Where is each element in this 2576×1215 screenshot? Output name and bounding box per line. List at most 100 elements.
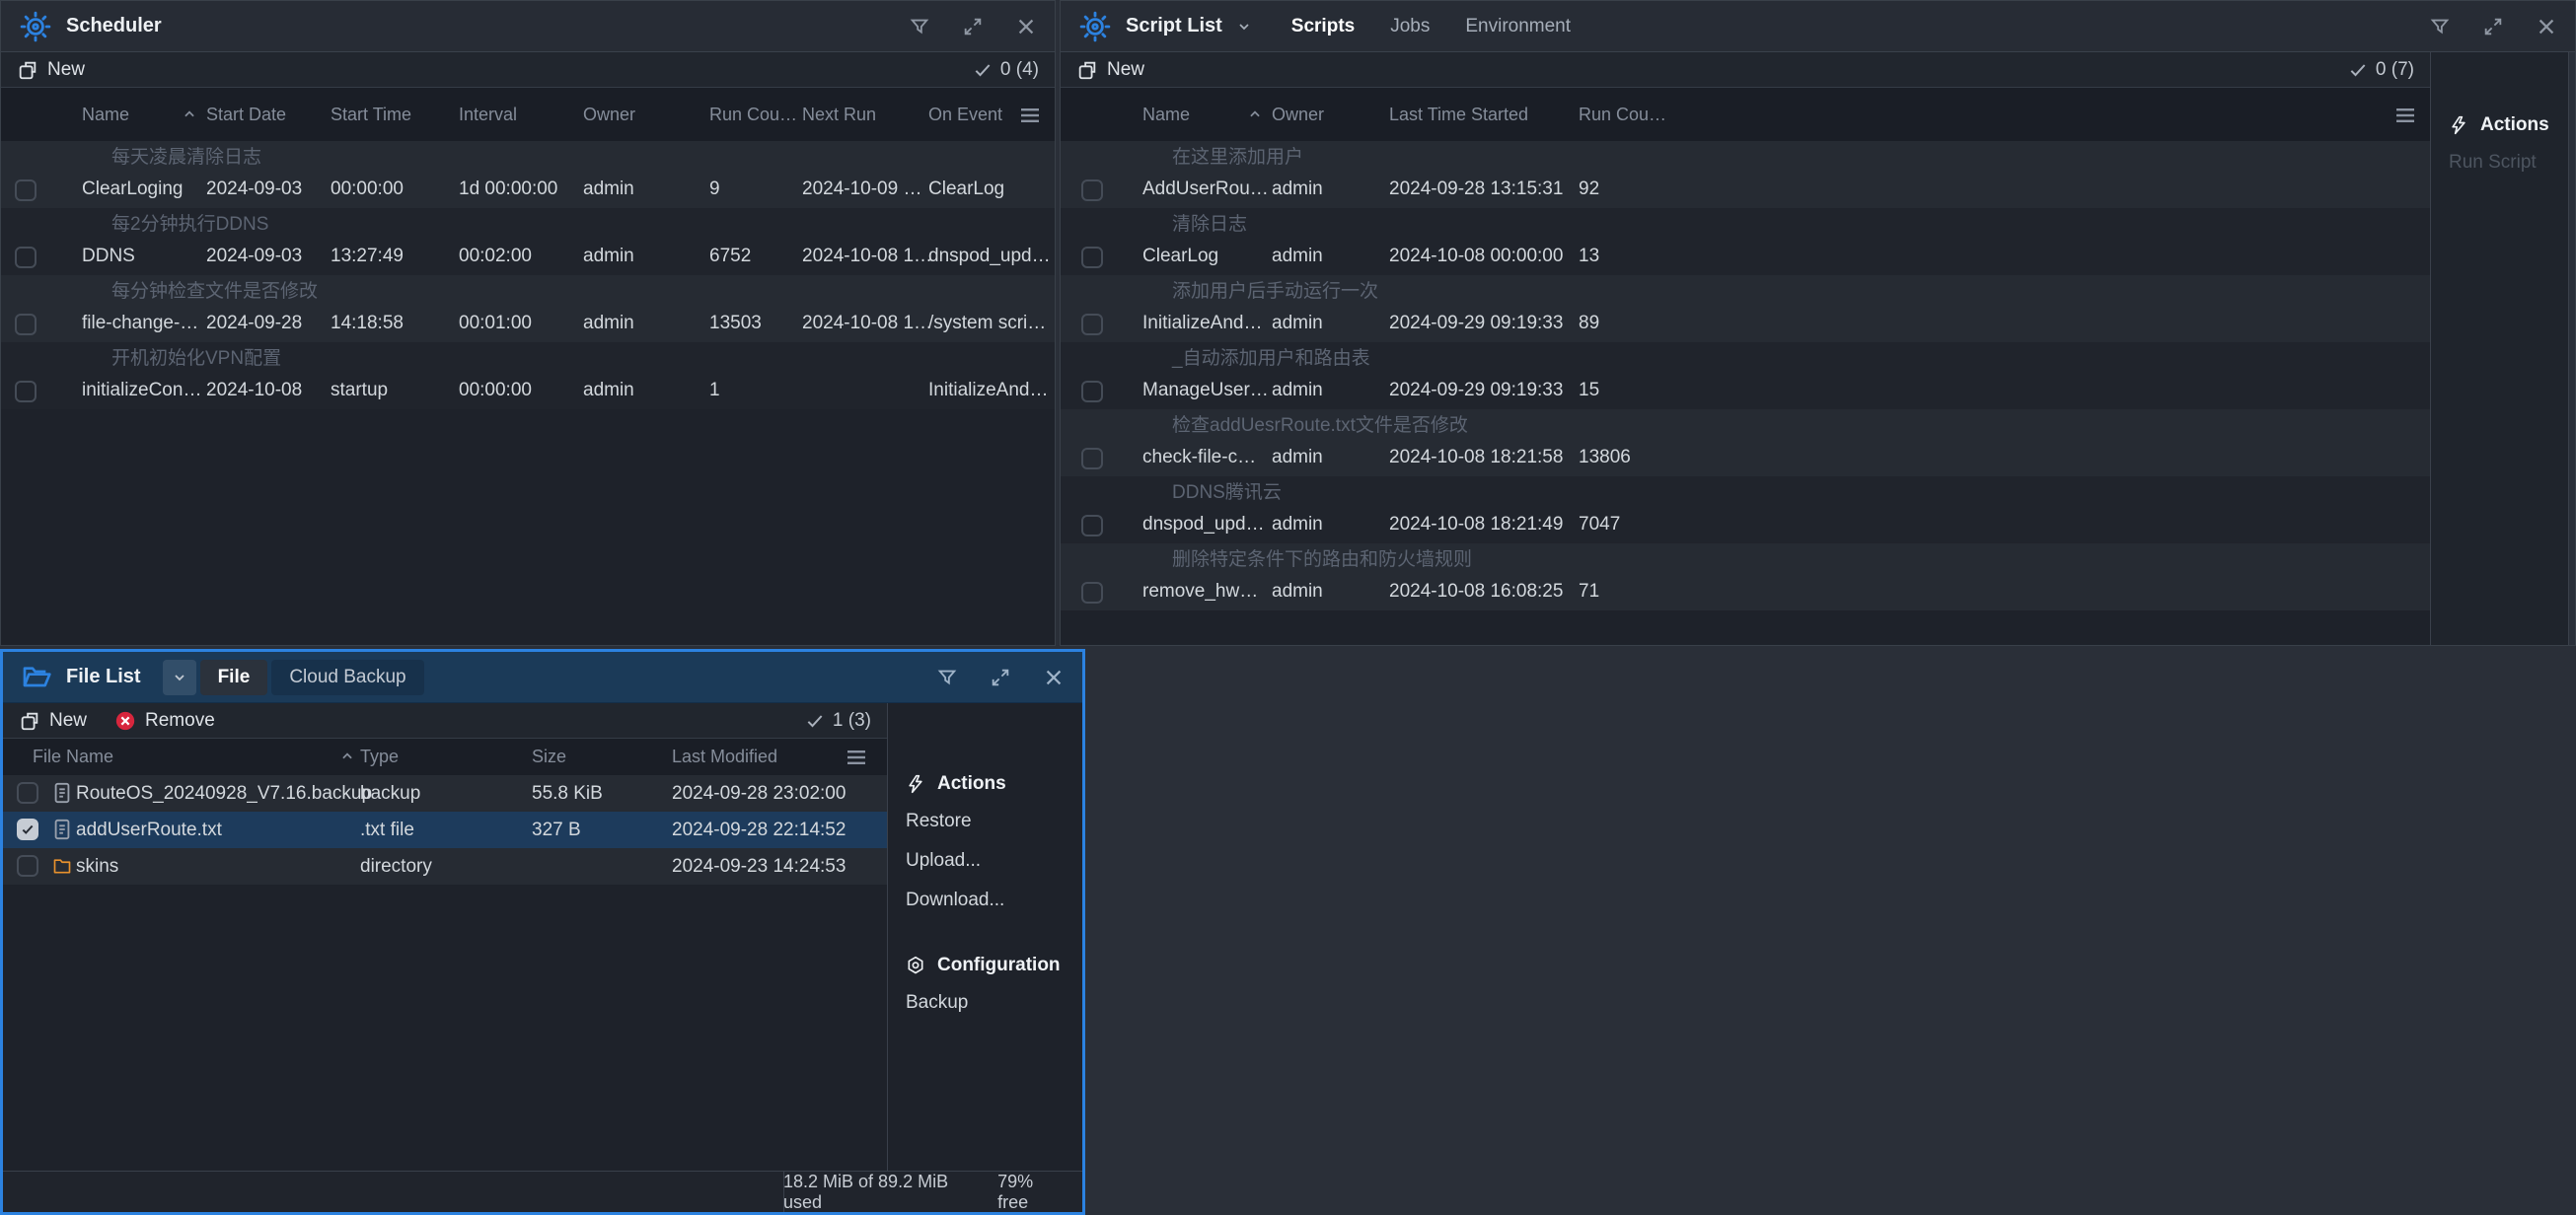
filter-icon[interactable] <box>909 16 930 37</box>
new-icon <box>17 59 38 81</box>
entry-comment: 检查addUesrRoute.txt文件是否修改 <box>1172 409 1468 441</box>
column-header-run-count[interactable]: Run Cou… <box>709 88 797 141</box>
tab-file[interactable]: File <box>200 660 268 695</box>
scheduler-entry: 每分钟检查文件是否修改 file-change-… 2024-09-28 14:… <box>1 275 1055 342</box>
gear-icon <box>19 10 52 43</box>
cell-name: initializeCon… <box>82 374 201 407</box>
filter-icon[interactable] <box>936 667 958 688</box>
run-script-action[interactable]: Run Script <box>2449 143 2568 182</box>
column-header-run-count[interactable]: Run Cou… <box>1579 88 1666 141</box>
close-icon[interactable] <box>2536 16 2557 37</box>
remove-button[interactable]: Remove <box>114 710 215 732</box>
column-header-last-modified[interactable]: Last Modified <box>672 739 777 775</box>
table-row[interactable]: skins directory 2024-09-23 14:24:53 <box>3 848 887 885</box>
new-button[interactable]: New <box>19 710 87 732</box>
cell-last-time-started: 2024-10-08 00:00:00 <box>1389 240 1563 273</box>
table-row[interactable]: dnspod_upd… admin 2024-10-08 18:21:49 70… <box>1061 508 2430 543</box>
column-header-name[interactable]: Name <box>1142 88 1190 141</box>
column-header-last-time-started[interactable]: Last Time Started <box>1389 88 1528 141</box>
script-toolbar: New 0 (7) <box>1061 52 2430 88</box>
column-header-type[interactable]: Type <box>360 739 399 775</box>
window-menu-chevron[interactable] <box>163 660 196 695</box>
row-checkbox[interactable] <box>17 855 38 877</box>
row-checkbox[interactable] <box>1081 247 1103 268</box>
column-header-start-time[interactable]: Start Time <box>331 88 411 141</box>
row-checkbox[interactable] <box>15 247 37 268</box>
table-row[interactable]: check-file-c… admin 2024-10-08 18:21:58 … <box>1061 441 2430 476</box>
tab-jobs[interactable]: Jobs <box>1390 16 1430 37</box>
configuration-header: Configuration <box>906 948 1082 983</box>
selection-count[interactable]: 0 (4) <box>973 59 1039 81</box>
restore-action[interactable]: Restore <box>906 802 1082 841</box>
row-checkbox[interactable] <box>1081 515 1103 536</box>
close-icon[interactable] <box>1043 667 1065 688</box>
script-entry: 删除特定条件下的路由和防火墙规则 remove_hw… admin 2024-1… <box>1061 543 2430 610</box>
backup-action[interactable]: Backup <box>906 983 1082 1023</box>
cell-last-time-started: 2024-10-08 16:08:25 <box>1389 575 1563 608</box>
check-icon <box>805 711 825 731</box>
window-title: Scheduler <box>66 15 162 37</box>
cell-start-time: 13:27:49 <box>331 240 404 273</box>
column-header-size[interactable]: Size <box>532 739 566 775</box>
tab-scripts[interactable]: Scripts <box>1291 16 1355 37</box>
row-checkbox[interactable] <box>1081 582 1103 604</box>
cell-type: backup <box>360 775 420 812</box>
sort-asc-icon[interactable] <box>1248 107 1262 121</box>
filter-icon[interactable] <box>2429 16 2451 37</box>
column-header-next-run[interactable]: Next Run <box>802 88 876 141</box>
cell-interval: 00:01:00 <box>459 307 532 340</box>
row-checkbox[interactable] <box>15 381 37 402</box>
download-action[interactable]: Download... <box>906 881 1082 920</box>
cell-next-run: 2024-10-08 1… <box>802 307 932 340</box>
table-row[interactable]: file-change-… 2024-09-28 14:18:58 00:01:… <box>1 307 1055 342</box>
column-header-interval[interactable]: Interval <box>459 88 517 141</box>
row-checkbox[interactable] <box>1081 448 1103 469</box>
table-row[interactable]: RouteOS_20240928_V7.16.backup backup 55.… <box>3 775 887 812</box>
cell-on-event: InitializeAnd… <box>928 374 1048 407</box>
row-checkbox[interactable] <box>1081 179 1103 201</box>
upload-action[interactable]: Upload... <box>906 841 1082 881</box>
remove-icon <box>114 710 136 732</box>
close-icon[interactable] <box>1015 16 1037 37</box>
column-menu-icon[interactable] <box>847 750 865 765</box>
column-header-on-event[interactable]: On Event <box>928 88 1002 141</box>
row-checkbox[interactable] <box>1081 381 1103 402</box>
table-row[interactable]: AddUserRou… admin 2024-09-28 13:15:31 92 <box>1061 173 2430 208</box>
table-row[interactable]: InitializeAnd… admin 2024-09-29 09:19:33… <box>1061 307 2430 342</box>
table-row-selected[interactable]: addUserRoute.txt .txt file 327 B 2024-09… <box>3 812 887 848</box>
table-row[interactable]: remove_hw… admin 2024-10-08 16:08:25 71 <box>1061 575 2430 610</box>
maximize-icon[interactable] <box>2482 16 2504 37</box>
tab-environment[interactable]: Environment <box>1465 16 1571 37</box>
column-header-name[interactable]: Name <box>82 88 129 141</box>
row-checkbox[interactable] <box>1081 314 1103 335</box>
cell-owner: admin <box>583 240 634 273</box>
tab-cloud-backup[interactable]: Cloud Backup <box>271 660 423 695</box>
new-button[interactable]: New <box>1076 59 1144 81</box>
table-row[interactable]: ClearLoging 2024-09-03 00:00:00 1d 00:00… <box>1 173 1055 208</box>
row-checkbox[interactable] <box>15 314 37 335</box>
table-row[interactable]: initializeCon… 2024-10-08 startup 00:00:… <box>1 374 1055 409</box>
column-menu-icon[interactable] <box>1021 107 1039 123</box>
sort-asc-icon[interactable] <box>340 750 354 763</box>
table-row[interactable]: ManageUser… admin 2024-09-29 09:19:33 15 <box>1061 374 2430 409</box>
chevron-down-icon[interactable] <box>1236 19 1252 35</box>
column-header-owner[interactable]: Owner <box>1272 88 1324 141</box>
column-header-file-name[interactable]: File Name <box>33 739 113 775</box>
column-header-start-date[interactable]: Start Date <box>206 88 286 141</box>
maximize-icon[interactable] <box>962 16 984 37</box>
selection-count[interactable]: 1 (3) <box>805 710 871 732</box>
scrollbar-track[interactable] <box>2568 52 2575 645</box>
table-row[interactable]: ClearLog admin 2024-10-08 00:00:00 13 <box>1061 240 2430 275</box>
row-checkbox[interactable] <box>17 782 38 804</box>
table-row[interactable]: DDNS 2024-09-03 13:27:49 00:02:00 admin … <box>1 240 1055 275</box>
script-actions-panel: Actions Run Script <box>2430 52 2568 645</box>
new-button[interactable]: New <box>17 59 85 81</box>
row-checkbox-checked[interactable] <box>17 819 38 840</box>
column-menu-icon[interactable] <box>2396 107 2414 123</box>
cell-run-count: 1 <box>709 374 720 407</box>
column-header-owner[interactable]: Owner <box>583 88 635 141</box>
maximize-icon[interactable] <box>990 667 1011 688</box>
selection-count[interactable]: 0 (7) <box>2348 59 2414 81</box>
sort-asc-icon[interactable] <box>183 107 196 121</box>
row-checkbox[interactable] <box>15 179 37 201</box>
